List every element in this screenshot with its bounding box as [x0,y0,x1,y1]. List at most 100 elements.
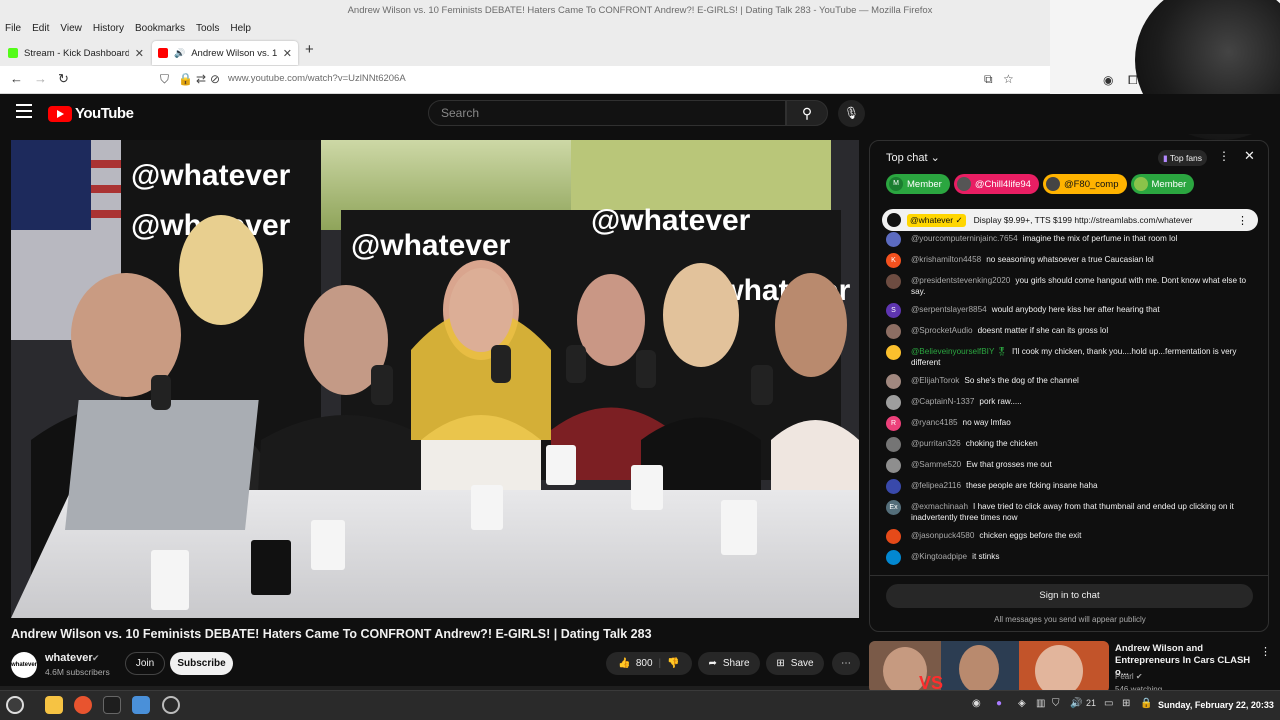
chat-avatar[interactable] [886,324,901,339]
chat-message[interactable]: @Kingtoadpipe it stinks [886,550,1258,565]
reload-icon[interactable]: ↻ [58,71,69,87]
tray-lock-icon[interactable]: 🔒 [1140,698,1152,709]
tab-close-icon[interactable]: ✕ [135,47,144,60]
tab-kick-dashboard[interactable]: Stream - Kick Dashboard ✕ [2,41,150,65]
chat-avatar[interactable] [886,232,901,247]
terminal-icon[interactable] [103,696,121,714]
forward-icon[interactable]: → [34,71,47,86]
app-window-icon[interactable] [132,696,150,714]
top-fans-button[interactable]: ▮ Top fans [1158,150,1208,166]
tray-obs-icon[interactable]: ◉ [972,698,981,709]
chat-avatar[interactable] [886,374,901,389]
channel-name[interactable]: whatever [45,652,93,664]
supporter-chip[interactable]: Member [1130,174,1195,194]
translate-icon[interactable]: ⧉ [984,72,993,87]
search-button[interactable]: ⚲ [786,100,828,126]
chat-message[interactable]: @yourcomputerninjainc.7654 imagine the mi… [886,232,1258,247]
close-chat-icon[interactable]: ✕ [1244,148,1255,164]
chat-avatar[interactable] [886,529,901,544]
save-button[interactable]: ⊞ Save [766,652,824,675]
tray-discord-icon[interactable]: ● [996,698,1002,709]
chat-avatar[interactable] [886,395,901,410]
supporter-chip[interactable]: M Member [886,174,950,194]
chat-author[interactable]: @CaptainN-1337 [911,397,974,406]
tray-app-icon[interactable]: ◈ [1018,698,1026,709]
youtube-logo[interactable]: YouTube [48,105,134,122]
chat-author[interactable]: @Kingtoadpipe [911,552,967,561]
tray-shield-icon[interactable]: ⛉ [1052,698,1060,709]
chat-author[interactable]: @SprocketAudio [911,326,973,335]
chat-author[interactable]: @Samme520 [911,460,961,469]
bookmark-star-icon[interactable]: ☆ [1003,72,1014,86]
autoplay-blocked-icon[interactable]: ⊘ [210,72,220,86]
menu-help[interactable]: Help [230,20,251,38]
pinned-more-icon[interactable]: ⋮ [1237,214,1248,227]
chat-message[interactable]: @ElijahTorok So she's the dog of the chan… [886,374,1258,389]
pinned-message[interactable]: @whatever ✓ Display $9.99+, TTS $199 htt… [882,209,1258,231]
chat-author[interactable]: @felipea2116 [911,481,961,490]
chat-avatar[interactable]: S [886,303,901,318]
chat-avatar[interactable]: K [886,253,901,268]
tab-close-icon[interactable]: ✕ [283,47,292,60]
chat-message[interactable]: Ex @exmachinaah I have tried to click away… [886,500,1258,523]
tab-youtube[interactable]: 🔊 Andrew Wilson vs. 10 Fe ✕ [152,41,298,65]
menu-icon[interactable] [16,104,32,118]
supporter-chip[interactable]: @Chill4life94 [953,174,1039,194]
menu-edit[interactable]: Edit [32,20,49,38]
sign-in-to-chat-button[interactable]: Sign in to chat [886,584,1253,608]
chat-message[interactable]: @SprocketAudio doesnt matter if she can i… [886,324,1258,339]
firefox-icon[interactable] [74,696,92,714]
shield-icon[interactable]: ⛉ [160,72,169,87]
chat-message[interactable]: @CaptainN-1337 pork raw..... [886,395,1258,410]
menu-tools[interactable]: Tools [196,20,219,38]
files-icon[interactable] [45,696,63,714]
chat-mode-dropdown[interactable]: Top chat ⌄ [886,151,940,164]
permissions-icon[interactable]: ⇄ [196,72,206,86]
chat-avatar[interactable] [886,274,901,289]
chat-avatar[interactable]: Ex [886,500,901,515]
tray-network-icon[interactable]: ⊞ [1122,698,1130,709]
back-icon[interactable]: ← [10,71,23,86]
chat-author[interactable]: @ElijahTorok [911,376,959,385]
chat-message[interactable]: K @krishamilton4458 no seasoning whatsoeve… [886,253,1258,268]
recommendation-more-icon[interactable]: ⋮ [1260,645,1271,658]
chat-avatar[interactable] [886,437,901,452]
join-button[interactable]: Join [125,652,165,675]
channel-avatar[interactable]: whatever [11,652,37,678]
tray-volume-icon[interactable]: 🔊 [1070,698,1082,709]
lock-icon[interactable]: 🔒 [178,72,193,86]
share-button[interactable]: ➦ Share [698,652,760,675]
subscribe-button[interactable]: Subscribe [170,652,233,675]
start-menu-icon[interactable] [6,696,24,714]
chat-author[interactable]: @exmachinaah [911,502,968,511]
video-player[interactable]: @whatever @whatever @whatever @whatever … [11,140,859,618]
chat-author[interactable]: @presidentstevenking2020 [911,276,1010,285]
chat-message[interactable]: @felipea2116 these people are fcking insa… [886,479,1258,494]
supporter-chip[interactable]: @F80_comp [1042,174,1127,194]
tray-clipboard-icon[interactable]: ▥ [1036,698,1045,709]
chat-avatar[interactable]: R [886,416,901,431]
chat-message[interactable]: @purritan326 choking the chicken [886,437,1258,452]
obs-icon[interactable] [162,696,180,714]
chat-more-icon[interactable]: ⋮ [1218,149,1230,163]
chat-avatar[interactable] [886,550,901,565]
chat-author[interactable]: @BelieveinyourselfBIY 🎖 [911,347,1007,356]
menu-history[interactable]: History [93,20,124,38]
address-bar[interactable]: www.youtube.com/watch?v=UzlNNt6206A [228,73,406,84]
chat-author[interactable]: @serpentslayer8854 [911,305,987,314]
new-tab-button[interactable]: + [305,41,314,58]
voice-search-button[interactable]: 🎙 [838,100,865,127]
recommendation-thumbnail[interactable]: VS [869,641,1109,693]
menu-bookmarks[interactable]: Bookmarks [135,20,185,38]
chat-message[interactable]: @presidentstevenking2020 you girls should… [886,274,1258,297]
speaker-icon[interactable]: 🔊 [174,48,185,59]
tray-display-icon[interactable]: ▭ [1104,698,1113,709]
chat-avatar[interactable] [886,479,901,494]
chat-avatar[interactable] [886,345,901,360]
chat-author[interactable]: @jasonpuck4580 [911,531,974,540]
more-actions-button[interactable]: ⋯ [832,652,860,675]
account-icon[interactable]: ◉ [1103,73,1113,87]
chat-message[interactable]: S @serpentslayer8854 would anybody here ki… [886,303,1258,318]
chat-avatar[interactable] [886,458,901,473]
search-input[interactable]: Search [428,100,786,126]
